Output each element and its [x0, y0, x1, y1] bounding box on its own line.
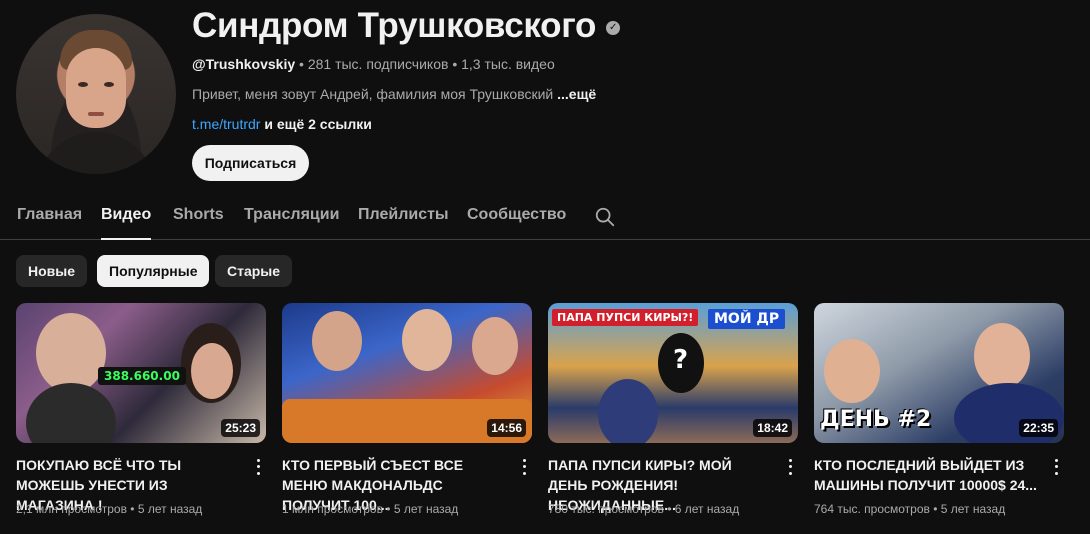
tab-shorts[interactable]: Shorts — [173, 206, 224, 224]
channel-links: t.me/trutrdr и ещё 2 ссылки — [192, 116, 372, 132]
tab-videos[interactable]: Видео — [101, 206, 152, 240]
chip-oldest[interactable]: Старые — [215, 255, 293, 287]
avatar-eye-right — [104, 82, 114, 87]
channel-description[interactable]: Привет, меня зовут Андрей, фамилия моя Т… — [192, 86, 596, 102]
video-duration: 14:56 — [487, 419, 526, 437]
meta-separator: • — [452, 56, 458, 72]
more-vert-icon[interactable] — [782, 457, 798, 477]
video-duration: 25:23 — [221, 419, 260, 437]
channel-avatar[interactable] — [16, 14, 176, 174]
video-age: 6 лет назад — [674, 502, 740, 516]
thumb-person-body — [26, 383, 116, 443]
video-title[interactable]: КТО ПОСЛЕДНИЙ ВЫЙДЕТ ИЗ МАШИНЫ ПОЛУЧИТ 1… — [814, 455, 1038, 495]
video-card[interactable]: ПАПА ПУПСИ КИРЫ?! МОЙ ДР ? 18:42 ПАПА ПУ… — [548, 303, 798, 516]
video-meta: 780 тыс. просмотров • 6 лет назад — [548, 502, 739, 516]
more-links-button[interactable]: и ещё 2 ссылки — [264, 116, 371, 132]
avatar-mouth — [88, 112, 104, 116]
video-thumbnail[interactable]: 14:56 — [282, 303, 532, 443]
avatar-shirt — [36, 132, 156, 174]
video-views: 780 тыс. просмотров — [548, 502, 664, 516]
video-thumbnail[interactable]: ПАПА ПУПСИ КИРЫ?! МОЙ ДР ? 18:42 — [548, 303, 798, 443]
description-more-link[interactable]: ...ещё — [557, 86, 596, 102]
channel-handle: @Trushkovskiy — [192, 56, 296, 72]
thumb-person-2 — [402, 309, 452, 371]
thumb-caption-right: МОЙ ДР — [708, 309, 786, 329]
thumb-person — [598, 379, 658, 443]
avatar-eye-left — [78, 82, 88, 87]
search-icon[interactable] — [594, 206, 616, 228]
more-vert-icon[interactable] — [250, 457, 266, 477]
video-meta: 764 тыс. просмотров • 5 лет назад — [814, 502, 1005, 516]
thumb-person-2-face — [191, 343, 233, 399]
channel-title-row: Синдром Трушковского ✓ — [192, 6, 621, 46]
thumb-person-3 — [472, 317, 518, 375]
video-age: 5 лет назад — [137, 502, 203, 516]
subscriber-count: 281 тыс. подписчиков — [307, 56, 449, 72]
question-mark-icon: ? — [673, 345, 689, 375]
thumb-person — [312, 311, 362, 371]
thumb-person — [36, 313, 106, 393]
video-card[interactable]: 14:56 КТО ПЕРВЫЙ СЪЕСТ ВСЕ МЕНЮ МАКДОНАЛ… — [282, 303, 532, 516]
meta-separator: • — [386, 502, 391, 516]
video-count: 1,3 тыс. видео — [461, 56, 555, 72]
video-meta: 1 млн просмотров • 5 лет назад — [282, 502, 458, 516]
chip-newest[interactable]: Новые — [16, 255, 88, 287]
subscribe-button[interactable]: Подписаться — [192, 145, 309, 181]
video-meta: 2,1 млн просмотров • 5 лет назад — [16, 502, 202, 516]
telegram-link[interactable]: t.me/trutrdr — [192, 116, 260, 132]
channel-title: Синдром Трушковского — [192, 6, 597, 45]
thumb-price-display: 388.660.00 — [98, 367, 186, 385]
tab-community[interactable]: Сообщество — [467, 206, 566, 224]
video-card[interactable]: ДЕНЬ #2 22:35 КТО ПОСЛЕДНИЙ ВЫЙДЕТ ИЗ МА… — [814, 303, 1064, 516]
thumb-caption-left: ПАПА ПУПСИ КИРЫ?! — [552, 309, 699, 326]
meta-separator: • — [933, 502, 938, 516]
meta-separator: • — [667, 502, 672, 516]
video-card[interactable]: 388.660.00 25:23 ПОКУПАЮ ВСЁ ЧТО ТЫ МОЖЕ… — [16, 303, 266, 516]
chip-popular[interactable]: Популярные — [97, 255, 210, 287]
channel-tabs: Главная Видео Shorts Трансляции Плейлист… — [0, 196, 1090, 240]
verified-check-icon: ✓ — [606, 21, 621, 35]
video-views: 1 млн просмотров — [282, 502, 383, 516]
tab-home[interactable]: Главная — [17, 206, 82, 224]
channel-meta: @Trushkovskiy • 281 тыс. подписчиков • 1… — [192, 56, 555, 72]
thumb-person — [824, 339, 880, 403]
video-duration: 22:35 — [1019, 419, 1058, 437]
meta-separator: • — [299, 56, 304, 72]
avatar-face — [66, 48, 126, 128]
meta-separator: • — [130, 502, 135, 516]
thumb-person-2 — [974, 323, 1030, 389]
tab-playlists[interactable]: Плейлисты — [358, 206, 449, 224]
tab-live[interactable]: Трансляции — [244, 206, 339, 224]
description-text: Привет, меня зовут Андрей, фамилия моя Т… — [192, 86, 554, 102]
video-thumbnail[interactable]: 388.660.00 25:23 — [16, 303, 266, 443]
video-duration: 18:42 — [753, 419, 792, 437]
more-vert-icon[interactable] — [516, 457, 532, 477]
video-views: 764 тыс. просмотров — [814, 502, 930, 516]
video-age: 5 лет назад — [393, 502, 459, 516]
video-thumbnail[interactable]: ДЕНЬ #2 22:35 — [814, 303, 1064, 443]
more-vert-icon[interactable] — [1048, 457, 1064, 477]
video-views: 2,1 млн просмотров — [16, 502, 127, 516]
thumb-caption: ДЕНЬ #2 — [820, 407, 932, 432]
video-age: 5 лет назад — [940, 502, 1006, 516]
